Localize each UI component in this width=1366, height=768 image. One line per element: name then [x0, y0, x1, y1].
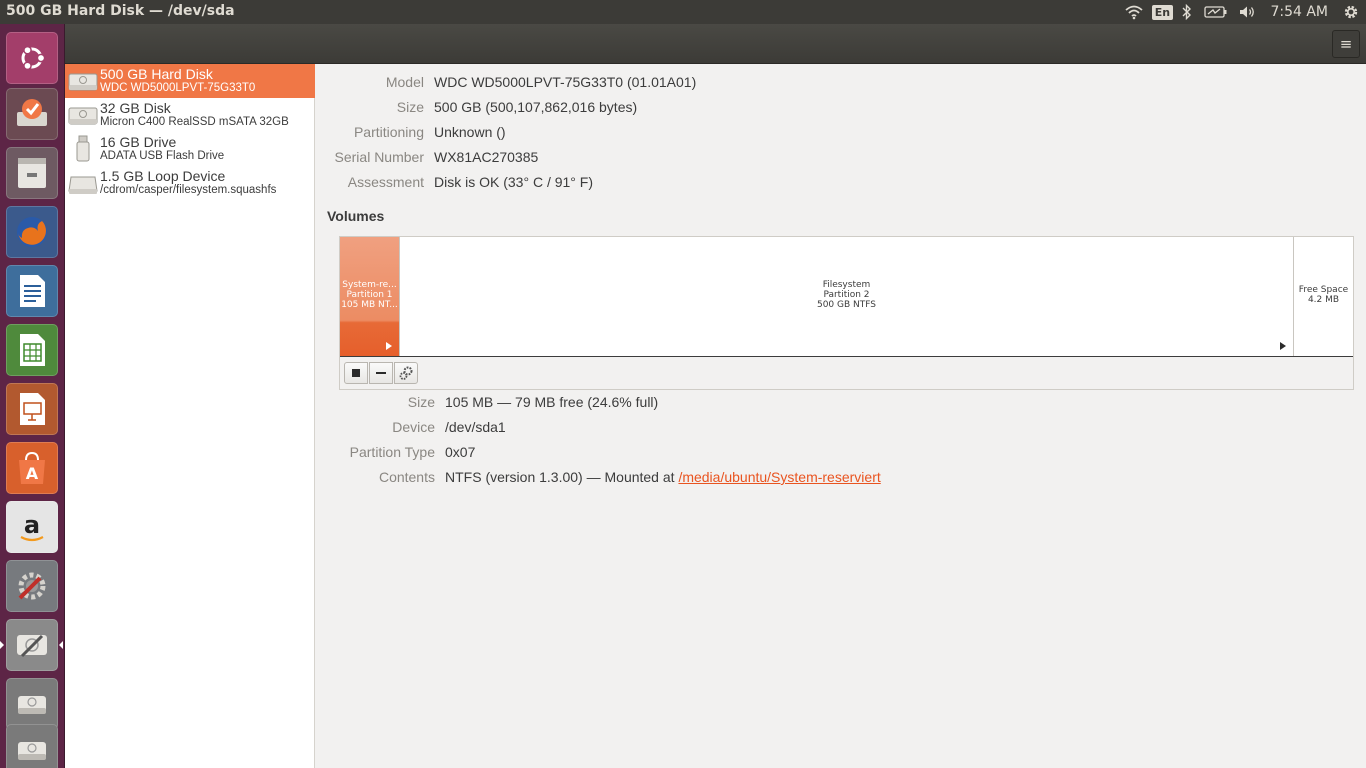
device-name: 16 GB Drive: [100, 134, 177, 150]
info-row-assessment: Assessment Disk is OK (33° C / 91° F): [315, 174, 1355, 194]
volume-info-label: Partition Type: [349, 444, 435, 460]
device-description: WDC WD5000LPVT-75G33T0: [100, 82, 256, 94]
drive-icon[interactable]: [6, 678, 58, 730]
volume-segment-partition-1[interactable]: System-re... Partition 1 105 MB NT...: [340, 237, 400, 356]
device-list: 500 GB Hard Disk WDC WD5000LPVT-75G33T0 …: [65, 64, 315, 768]
clock[interactable]: 7:54 AM: [1262, 0, 1336, 24]
segment-size: 500 GB NTFS: [816, 300, 876, 310]
segment-label: Filesystem: [822, 280, 871, 290]
segment-partition: Partition 1: [346, 290, 393, 300]
info-label: Partitioning: [353, 124, 424, 140]
volume-segment-free-space[interactable]: Free Space 4.2 MB: [1294, 237, 1353, 356]
volume-segment-partition-2[interactable]: Filesystem Partition 2 500 GB NTFS: [400, 237, 1294, 356]
stop-icon[interactable]: [344, 362, 368, 384]
info-value: Disk is OK (33° C / 91° F): [434, 174, 594, 190]
info-row-partitioning: Partitioning Unknown (): [315, 124, 1355, 144]
info-value: 500 GB (500,107,862,016 bytes): [434, 99, 638, 115]
volumes-heading: Volumes: [327, 208, 385, 224]
svg-text:A: A: [26, 464, 39, 483]
contents-text: NTFS (version 1.3.00) — Mounted at: [445, 469, 675, 485]
volume-info-value: /dev/sda1: [445, 419, 506, 435]
svg-text:a: a: [24, 511, 40, 539]
device-item-32gb-disk[interactable]: 32 GB Disk Micron C400 RealSSD mSATA 32G…: [65, 98, 315, 132]
info-label: Assessment: [347, 174, 424, 190]
info-label: Model: [385, 74, 424, 90]
calc-icon[interactable]: [6, 324, 58, 376]
battery-icon[interactable]: [1198, 0, 1234, 24]
disks-icon[interactable]: [6, 619, 58, 671]
volume-row-device: Device /dev/sda1: [315, 419, 1355, 439]
amazon-icon[interactable]: a: [6, 501, 58, 553]
headerbar: ≡: [65, 24, 1366, 64]
indicator-area: En 7:54 AM: [1120, 0, 1366, 24]
volume-row-partition-type: Partition Type 0x07: [315, 444, 1355, 464]
play-arrow-icon: [386, 342, 392, 350]
info-label: Size: [396, 99, 424, 115]
window-title: 500 GB Hard Disk — /dev/sda: [6, 3, 235, 19]
volume-info-value: 0x07: [445, 444, 476, 460]
volume-info-label: Contents: [378, 469, 435, 485]
volume-info-value: NTFS (version 1.3.00) — Mounted at /medi…: [445, 469, 881, 485]
segment-label: Free Space: [1298, 285, 1349, 295]
settings-gear-icon[interactable]: [1336, 0, 1366, 24]
keyboard-layout-label: En: [1151, 4, 1174, 20]
info-row-serial-number: Serial Number WX81AC270385: [315, 149, 1355, 169]
info-row-model: Model WDC WD5000LPVT-75G33T0 (01.01A01): [315, 74, 1355, 94]
hard-disk-icon: [68, 107, 98, 125]
ubuntu-dash-icon[interactable]: [6, 32, 58, 84]
system-update-icon[interactable]: [6, 88, 58, 140]
launcher: A a: [0, 24, 65, 768]
volume-info-label: Size: [407, 394, 435, 410]
volume-row-size: Size 105 MB — 79 MB free (24.6% full): [315, 394, 1355, 414]
device-name: 500 GB Hard Disk: [100, 66, 213, 82]
device-description: ADATA USB Flash Drive: [100, 150, 225, 162]
device-item-500gb-hard-disk[interactable]: 500 GB Hard Disk WDC WD5000LPVT-75G33T0: [65, 64, 315, 98]
volume-info-value: 105 MB — 79 MB free (24.6% full): [445, 394, 659, 410]
device-name: 1.5 GB Loop Device: [100, 168, 226, 184]
hard-disk-icon: [68, 73, 98, 91]
volume-map: System-re... Partition 1 105 MB NT... Fi…: [340, 237, 1353, 357]
device-name: 32 GB Disk: [100, 100, 171, 116]
volume-info-label: Device: [392, 419, 435, 435]
segment-partition: Partition 2: [823, 290, 870, 300]
minus-icon[interactable]: [369, 362, 393, 384]
running-indicator: [0, 641, 4, 649]
top-panel: 500 GB Hard Disk — /dev/sda En 7:54 AM: [0, 0, 1366, 24]
device-item-16gb-drive[interactable]: 16 GB Drive ADATA USB Flash Drive: [65, 132, 315, 166]
usb-drive-icon: [76, 135, 90, 162]
segment-size: 4.2 MB: [1307, 295, 1340, 305]
volumes-panel: System-re... Partition 1 105 MB NT... Fi…: [339, 236, 1354, 390]
disk-details: Model WDC WD5000LPVT-75G33T0 (01.01A01) …: [315, 64, 1366, 768]
software-center-icon[interactable]: A: [6, 442, 58, 494]
play-arrow-icon: [1280, 342, 1286, 350]
loop-device-icon: [68, 176, 98, 194]
info-label: Serial Number: [334, 149, 424, 165]
bluetooth-icon[interactable]: [1176, 0, 1198, 24]
segment-label: System-re...: [342, 280, 397, 290]
mount-point-link[interactable]: /media/ubuntu/System-reserviert: [678, 469, 880, 485]
info-row-size: Size 500 GB (500,107,862,016 bytes): [315, 99, 1355, 119]
firefox-icon[interactable]: [6, 206, 58, 258]
device-item-loop-device[interactable]: 1.5 GB Loop Device /cdrom/casper/filesys…: [65, 166, 315, 200]
info-value: WDC WD5000LPVT-75G33T0 (01.01A01): [434, 74, 697, 90]
writer-icon[interactable]: [6, 265, 58, 317]
device-description: Micron C400 RealSSD mSATA 32GB: [100, 116, 289, 128]
focused-indicator: [59, 641, 63, 649]
keyboard-layout-indicator[interactable]: En: [1148, 0, 1176, 24]
info-value: WX81AC270385: [434, 149, 539, 165]
impress-icon[interactable]: [6, 383, 58, 435]
system-settings-icon[interactable]: [6, 560, 58, 612]
info-value: Unknown (): [434, 124, 506, 140]
device-description: /cdrom/casper/filesystem.squashfs: [100, 184, 277, 196]
gears-icon[interactable]: [394, 362, 418, 384]
files-icon[interactable]: [6, 147, 58, 199]
volume-row-contents: Contents NTFS (version 1.3.00) — Mounted…: [315, 469, 1355, 489]
segment-size: 105 MB NT...: [341, 300, 398, 310]
wifi-icon[interactable]: [1120, 0, 1148, 24]
volume-toolbar: [340, 357, 1353, 389]
hamburger-menu-icon[interactable]: ≡: [1332, 30, 1360, 58]
volume-icon[interactable]: [1234, 0, 1262, 24]
drive-icon[interactable]: [6, 724, 58, 768]
